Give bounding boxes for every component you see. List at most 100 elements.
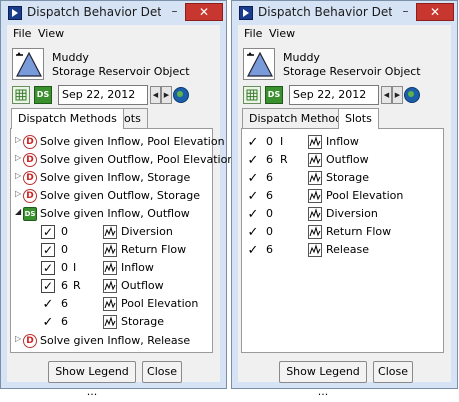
slot-count: 0	[61, 243, 68, 256]
prev-timestep-button[interactable]: ◀	[381, 86, 392, 104]
tab-slots[interactable]: Slots	[338, 108, 379, 129]
checkbox-icon[interactable]: ✓	[41, 243, 55, 257]
slot-row[interactable]: ✓ 6 R Outflow	[242, 151, 443, 169]
tab-dispatch-methods[interactable]: Dispatch Methods	[11, 108, 124, 129]
next-timestep-button[interactable]: ▶	[392, 86, 403, 104]
minimize-button[interactable]: –	[397, 4, 414, 21]
method-label: Solve given Inflow, Release	[40, 334, 191, 347]
slot-row[interactable]: ✓ 0 Diversion	[242, 205, 443, 223]
method-label: Solve given Outflow, Pool Elevation	[40, 153, 235, 166]
ds-icon[interactable]: DS	[265, 86, 283, 104]
slots-list: ✓ 0 I Inflow ✓ 6 R Outflow ✓ 6 Storage ✓…	[241, 128, 444, 353]
close-button[interactable]: Close	[373, 361, 413, 383]
tree-item-method[interactable]: ▷ D Solve given Inflow, Storage	[11, 169, 212, 187]
tree-item-method[interactable]: ▷ D Solve given Outflow, Storage	[11, 187, 212, 205]
checkmark-icon: ✓	[42, 297, 54, 312]
slot-row[interactable]: ✓ 0 Return Flow	[11, 241, 212, 259]
show-legend-button[interactable]: Show Legend ...	[48, 361, 136, 398]
checkbox-icon[interactable]: ✓	[41, 261, 55, 275]
slot-count: 0	[266, 225, 273, 238]
slot-row[interactable]: ✓ 6 R Outflow	[11, 277, 212, 295]
series-slot-icon	[103, 279, 117, 293]
slot-row[interactable]: ✓ 0 I Inflow	[242, 133, 443, 151]
series-slot-icon	[103, 297, 117, 311]
dispatch-method-selected-icon: DS	[23, 207, 37, 221]
close-window-button[interactable]: ✕	[416, 3, 454, 21]
slot-name: Release	[326, 243, 369, 256]
slot-row[interactable]: ✓ 0 Diversion	[11, 223, 212, 241]
date-field[interactable]: Sep 22, 2012	[58, 85, 148, 105]
globe-icon[interactable]	[404, 87, 420, 103]
tree-item-method[interactable]: ▷ D Solve given Inflow, Release	[11, 332, 212, 350]
reservoir-icon	[12, 48, 44, 80]
slot-row[interactable]: ✓ 6 Release	[242, 241, 443, 259]
checkbox-icon[interactable]: ✓	[41, 279, 55, 293]
menu-file[interactable]: File	[13, 27, 31, 40]
slot-name: Outflow	[121, 279, 164, 292]
tree-item-method[interactable]: ▷ D Solve given Inflow, Pool Elevation	[11, 133, 225, 151]
slot-row[interactable]: ✓ 6 Storage	[11, 313, 212, 331]
close-window-button[interactable]: ✕	[185, 3, 223, 21]
dispatch-window-right: Dispatch Behavior Det – ✕ File View Mudd…	[231, 0, 458, 398]
series-slot-icon	[308, 189, 322, 203]
slot-name: Return Flow	[326, 225, 392, 238]
dispatch-method-icon: D	[23, 135, 37, 149]
expand-arrow-icon[interactable]: ▷	[15, 135, 21, 144]
tree-item-method-selected[interactable]: ◢ DS Solve given Inflow, Outflow	[11, 205, 212, 223]
slot-count: 6	[61, 279, 68, 292]
slot-flag: R	[73, 279, 81, 292]
checkmark-icon: ✓	[247, 135, 259, 150]
slot-name: Diversion	[326, 207, 378, 220]
slot-count: 0	[266, 135, 273, 148]
slot-name: Return Flow	[121, 243, 187, 256]
show-legend-button[interactable]: Show Legend ...	[279, 361, 367, 398]
slot-flag: I	[280, 135, 284, 148]
expand-arrow-icon[interactable]: ▷	[15, 334, 21, 343]
slot-row[interactable]: ✓ 0 Return Flow	[242, 223, 443, 241]
series-slot-icon	[103, 315, 117, 329]
slot-row[interactable]: ✓ 6 Storage	[242, 169, 443, 187]
menu-view[interactable]: View	[38, 27, 64, 40]
slot-name: Pool Elevation	[326, 189, 404, 202]
ds-icon[interactable]: DS	[34, 86, 52, 104]
expand-arrow-icon[interactable]: ▷	[15, 189, 21, 198]
slot-name: Diversion	[121, 225, 173, 238]
menu-file[interactable]: File	[244, 27, 262, 40]
checkbox-icon[interactable]: ✓	[41, 225, 55, 239]
checkmark-icon: ✓	[247, 153, 259, 168]
grid-icon[interactable]	[243, 86, 261, 104]
dispatch-window-left: Dispatch Behavior Det – ✕ File View Mudd…	[0, 0, 234, 398]
globe-icon[interactable]	[173, 87, 189, 103]
title-bar[interactable]: Dispatch Behavior Det – ✕	[232, 1, 457, 25]
slot-flag: R	[280, 153, 288, 166]
slot-row[interactable]: ✓ 6 Pool Elevation	[242, 187, 443, 205]
collapse-arrow-icon[interactable]: ◢	[15, 207, 21, 216]
object-name: Muddy	[283, 51, 320, 64]
expand-arrow-icon[interactable]: ▷	[15, 153, 21, 162]
checkmark-icon: ✓	[42, 315, 54, 330]
title-bar[interactable]: Dispatch Behavior Det – ✕	[1, 1, 226, 25]
next-timestep-button[interactable]: ▶	[161, 86, 172, 104]
date-field[interactable]: Sep 22, 2012	[289, 85, 379, 105]
expand-arrow-icon[interactable]: ▷	[15, 171, 21, 180]
slot-count: 6	[266, 243, 273, 256]
tree-item-method[interactable]: ▷ D Solve given Outflow, Pool Elevation	[11, 151, 234, 169]
object-type: Storage Reservoir Object	[52, 65, 190, 78]
series-slot-icon	[308, 207, 322, 221]
series-slot-icon	[308, 171, 322, 185]
dispatch-method-icon: D	[23, 153, 37, 167]
dispatch-method-icon: D	[23, 171, 37, 185]
series-slot-icon	[103, 225, 117, 239]
method-label: Solve given Inflow, Pool Elevation	[40, 135, 225, 148]
series-slot-icon	[308, 135, 322, 149]
close-button[interactable]: Close	[142, 361, 182, 383]
slot-name: Outflow	[326, 153, 369, 166]
slot-row[interactable]: ✓ 0 I Inflow	[11, 259, 212, 277]
app-logo-icon	[239, 6, 253, 20]
window-title: Dispatch Behavior Det	[27, 5, 161, 19]
menu-view[interactable]: View	[269, 27, 295, 40]
minimize-button[interactable]: –	[166, 4, 183, 21]
grid-icon[interactable]	[12, 86, 30, 104]
slot-row[interactable]: ✓ 6 Pool Elevation	[11, 295, 212, 313]
prev-timestep-button[interactable]: ◀	[150, 86, 161, 104]
